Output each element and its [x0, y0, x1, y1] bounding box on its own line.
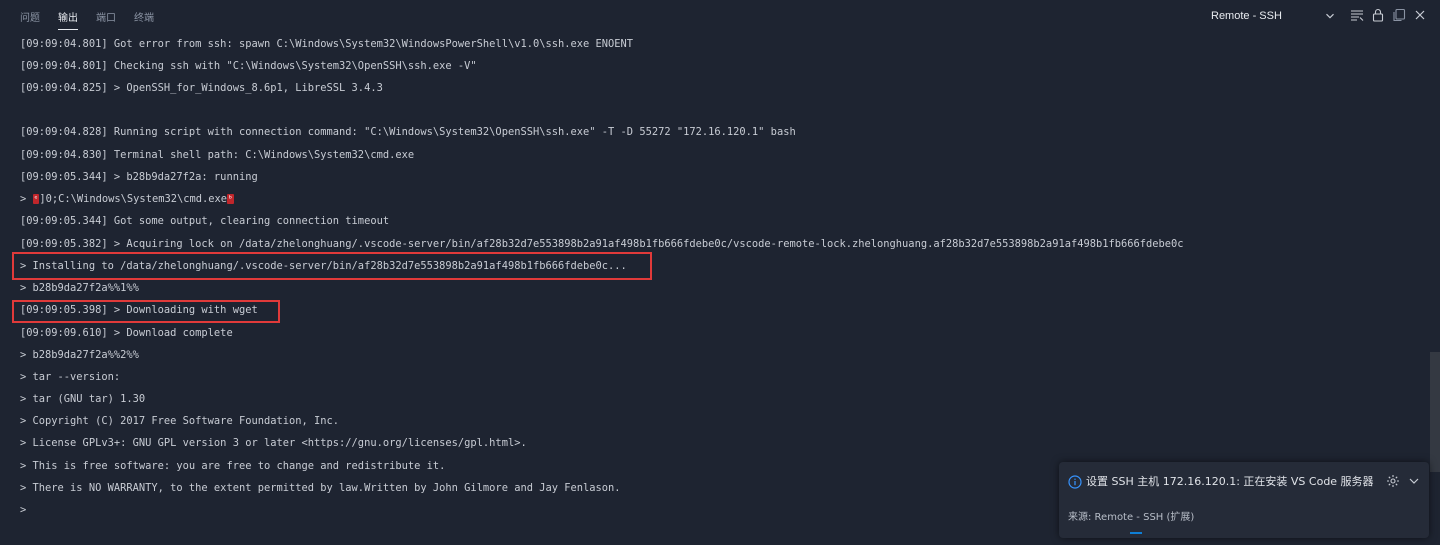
log-line: [09:09:05.344] Got some output, clearing… [20, 215, 390, 227]
output-channel-select[interactable]: Remote - SSH [1205, 6, 1341, 26]
log-line: > License GPLv3+: GNU GPL version 3 or l… [20, 437, 527, 449]
log-line: [09:09:09.610] > Download complete [20, 327, 233, 339]
escape-prefix: > [20, 193, 33, 205]
log-line: > b28b9da27f2a%%1%% [20, 282, 139, 294]
log-line: [09:09:04.801] Got error from ssh: spawn… [20, 38, 634, 50]
info-icon [1068, 475, 1082, 489]
lock-scroll-icon[interactable] [1370, 7, 1386, 23]
log-line: > b28b9da27f2a%%2%% [20, 349, 139, 361]
close-icon[interactable] [1412, 7, 1428, 23]
log-line: [09:09:05.398] > Downloading with wget [20, 304, 258, 316]
notification-message: 设置 SSH 主机 172.16.120.1: 正在安装 VS Code 服务器 [1086, 475, 1374, 488]
tab-terminal[interactable]: 终端 [134, 9, 154, 24]
log-line: > tar (GNU tar) 1.30 [20, 393, 146, 405]
log-line: > Copyright (C) 2017 Free Software Found… [20, 415, 340, 427]
tab-problems[interactable]: 问题 [20, 9, 40, 24]
gear-icon[interactable] [1386, 474, 1400, 488]
notification-toast[interactable]: 设置 SSH 主机 172.16.120.1: 正在安装 VS Code 服务器… [1059, 462, 1429, 538]
log-line: > There is NO WARRANTY, to the extent pe… [20, 482, 621, 494]
log-line: [09:09:04.801] Checking ssh with "C:\Win… [20, 60, 477, 72]
scrollbar-thumb[interactable] [1430, 352, 1440, 472]
log-line: [09:09:04.830] Terminal shell path: C:\W… [20, 149, 415, 161]
log-line: > Installing to /data/zhelonghuang/.vsco… [20, 260, 627, 272]
chevron-down-icon [1326, 13, 1334, 19]
escape-text: ]0;C:\Windows\System32\cmd.exe [39, 193, 228, 205]
log-line: [09:09:04.825] > OpenSSH_for_Windows_8.6… [20, 82, 383, 94]
log-line-escape: > ᵉ]0;C:\Windows\System32\cmd.exeᵇ [20, 191, 234, 207]
log-line: [09:09:04.828] Running script with conne… [20, 126, 796, 138]
log-line: > [20, 504, 27, 516]
log-line: [09:09:05.382] > Acquiring lock on /data… [20, 238, 1184, 250]
filter-lines-icon[interactable] [1349, 7, 1365, 23]
output-channel-label: Remote - SSH [1211, 10, 1282, 22]
chevron-down-icon[interactable] [1408, 475, 1420, 487]
panel-tab-bar: 问题 输出 端口 终端 Remote - SSH [0, 0, 1440, 32]
tab-output[interactable]: 输出 [58, 9, 78, 30]
bel-control-char: ᵇ [227, 194, 234, 204]
tab-ports[interactable]: 端口 [96, 9, 116, 24]
progress-indicator [1130, 532, 1142, 534]
log-line: > This is free software: you are free to… [20, 460, 446, 472]
notification-source: 来源: Remote - SSH (扩展) [1068, 512, 1195, 523]
copy-icon[interactable] [1391, 7, 1407, 23]
log-line: > tar --version: [20, 371, 121, 383]
log-line: [09:09:05.344] > b28b9da27f2a: running [20, 171, 258, 183]
